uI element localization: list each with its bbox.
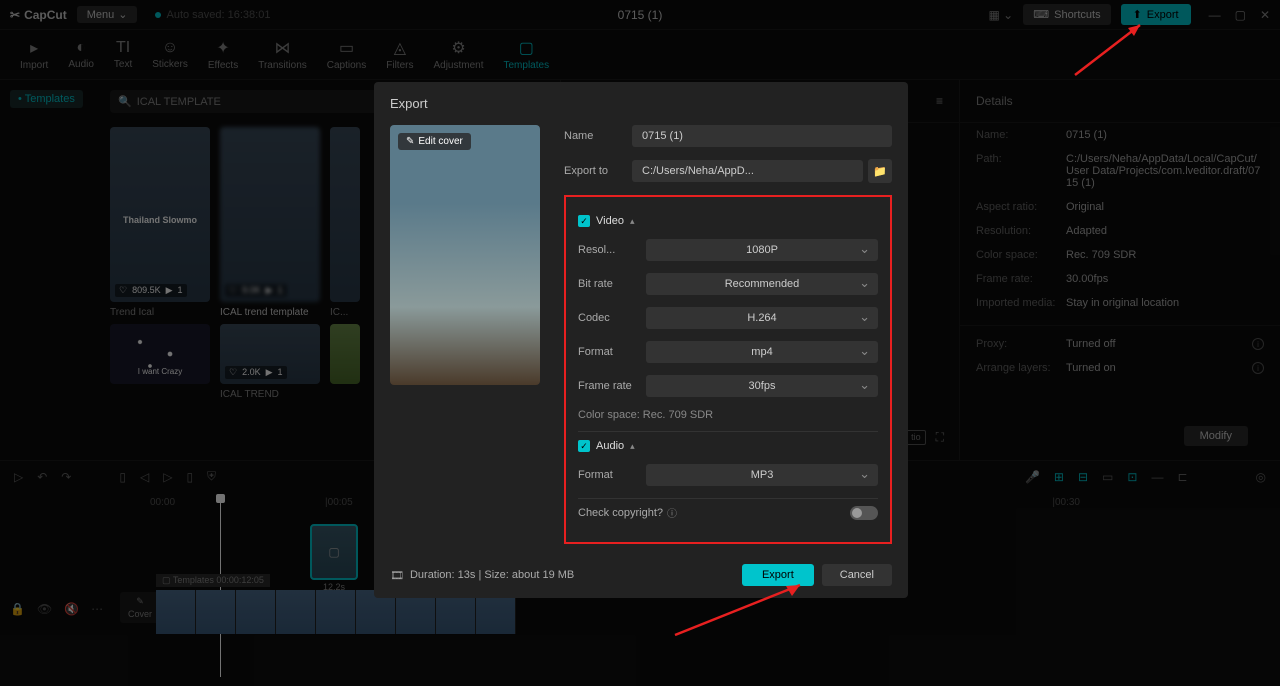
chevron-up-icon[interactable]: ▴ — [630, 441, 635, 452]
video-checkbox[interactable]: ✓ — [578, 215, 590, 227]
export-button[interactable]: Export — [742, 564, 814, 586]
cancel-button[interactable]: Cancel — [822, 564, 892, 586]
chevron-up-icon[interactable]: ▴ — [630, 216, 635, 227]
audio-checkbox[interactable]: ✓ — [578, 440, 590, 452]
export-modal: Export ✎Edit cover Name 0715 (1) Export … — [374, 82, 908, 598]
audio-format-select[interactable]: MP3 — [646, 464, 878, 486]
copyright-toggle[interactable] — [850, 506, 878, 520]
resolution-select[interactable]: 1080P — [646, 239, 878, 261]
video-section-label: Video — [596, 215, 624, 227]
framerate-select[interactable]: 30fps — [646, 375, 878, 397]
export-info: 🎞Duration: 13s | Size: about 19 MB — [390, 569, 574, 582]
colorspace-text: Color space: Rec. 709 SDR — [578, 409, 878, 421]
copyright-label: Check copyright? — [578, 507, 663, 519]
pencil-icon: ✎ — [406, 136, 414, 147]
bitrate-select[interactable]: Recommended — [646, 273, 878, 295]
help-icon[interactable]: ⓘ — [667, 505, 677, 520]
folder-button[interactable]: 📁 — [868, 159, 892, 183]
cover-preview: ✎Edit cover — [390, 125, 540, 385]
modal-title: Export — [374, 82, 908, 125]
format-select[interactable]: mp4 — [646, 341, 878, 363]
folder-icon: 📁 — [873, 165, 887, 178]
edit-cover-button[interactable]: ✎Edit cover — [398, 133, 471, 150]
codec-select[interactable]: H.264 — [646, 307, 878, 329]
exportto-label: Export to — [564, 165, 632, 177]
film-icon: 🎞 — [390, 569, 404, 582]
audio-section-label: Audio — [596, 440, 624, 452]
highlighted-section: ✓ Video ▴ Resol...1080P Bit rateRecommen… — [564, 195, 892, 544]
name-label: Name — [564, 130, 632, 142]
exportto-input[interactable]: C:/Users/Neha/AppD... — [632, 160, 863, 182]
name-input[interactable]: 0715 (1) — [632, 125, 892, 147]
